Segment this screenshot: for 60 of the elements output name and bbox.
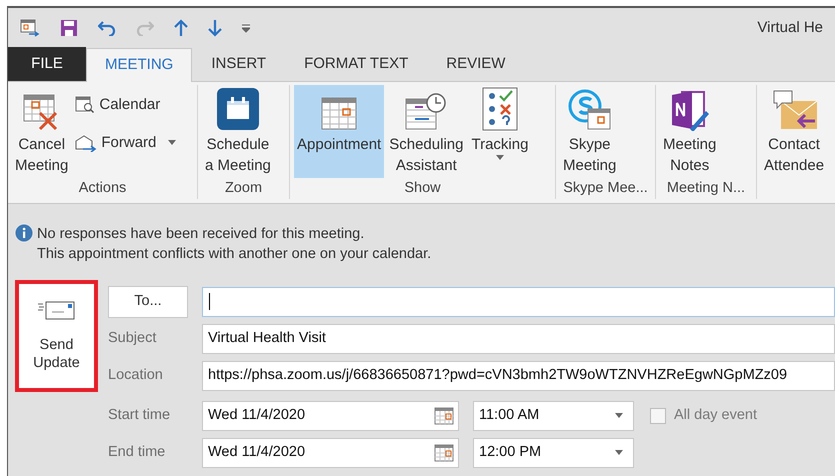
ribbon-tab[interactable]: FORMAT TEXT: [285, 47, 428, 81]
field-label: Start time: [108, 406, 172, 425]
ribbon-tab[interactable]: MEETING: [86, 48, 192, 82]
date-field[interactable]: Wed 11/4/2020: [202, 400, 459, 430]
ribbon-group-label: Show: [403, 179, 442, 198]
info-icon: [15, 224, 33, 242]
calendar-icon[interactable]: [434, 444, 454, 462]
calendar-sync-icon[interactable]: [20, 19, 40, 37]
undo-icon[interactable]: [98, 20, 116, 36]
ribbon-group-label: Meeting N...: [666, 179, 746, 198]
field-label: Location: [108, 366, 164, 385]
customize-icon[interactable]: [242, 24, 250, 32]
envelope-icon: [38, 300, 76, 322]
date-field[interactable]: Wed 11/4/2020: [202, 438, 459, 468]
text-cursor: [209, 293, 210, 310]
calendar-icon: [216, 87, 260, 131]
ribbon-button[interactable]: Meeting Notes: [660, 85, 720, 178]
calendar-grid-icon: [321, 97, 358, 131]
down-arrow-icon[interactable]: [208, 19, 222, 37]
ribbon-group-label: Actions: [78, 179, 128, 198]
time-dropdown[interactable]: 12:00 PM: [473, 438, 634, 468]
caret-icon: [615, 413, 623, 418]
calendar-search-icon: [75, 96, 96, 114]
ribbon-button[interactable]: Contact Attendee: [761, 85, 828, 178]
calendar-icon[interactable]: [434, 406, 454, 424]
tracking-icon: [482, 87, 518, 131]
ribbon-button[interactable]: Cancel Meeting: [12, 85, 72, 178]
notebook-pen-icon: [670, 89, 710, 131]
subject-field[interactable]: Virtual Health Visit: [202, 324, 835, 354]
checkbox-label: All day event: [674, 406, 758, 425]
ribbon-group-label: Zoom: [224, 179, 264, 198]
ribbon-button[interactable]: Skype Meeting: [560, 85, 620, 178]
field-label: Subject: [108, 328, 158, 348]
envelope-forward-icon: [75, 134, 98, 152]
ribbon-tab[interactable]: INSERT: [192, 47, 286, 81]
ribbon-tab[interactable]: REVIEW: [427, 47, 524, 81]
to-button[interactable]: To...: [108, 286, 188, 318]
field-label: End time: [108, 442, 166, 462]
envelope-reply-icon: [771, 89, 818, 131]
time-dropdown[interactable]: 11:00 AM: [473, 400, 634, 430]
skype-calendar-icon: [568, 89, 612, 131]
info-message: This appointment conflicts with another one on your calendar.: [37, 245, 432, 264]
ribbon-button[interactable]: Schedule a Meeting: [202, 85, 274, 178]
location-field[interactable]: https://phsa.zoom.us/j/66836650871?pwd=cVN3bmh2TW9oWTZNVHZReEgwNGpMZz09: [202, 360, 835, 390]
to-field[interactable]: [202, 286, 835, 316]
schedule-clock-icon: [405, 93, 448, 131]
info-message: No responses have been received for this meeting.: [37, 225, 366, 244]
ribbon-button[interactable]: Tracking: [468, 85, 532, 178]
ribbon-button[interactable]: Forward: [73, 131, 178, 155]
window-title: Virtual He: [757, 18, 823, 38]
ribbon-button[interactable]: Scheduling Assistant: [386, 85, 466, 178]
ribbon-group-label: Skype Mee...: [562, 179, 649, 198]
all-day-checkbox[interactable]: [650, 408, 666, 424]
up-arrow-icon[interactable]: [174, 19, 188, 37]
caret-icon: [615, 450, 623, 455]
ribbon-button[interactable]: Appointment: [294, 85, 384, 178]
save-icon[interactable]: [60, 19, 78, 37]
send-update-button[interactable]: Send Update: [15, 280, 98, 392]
ribbon-tab[interactable]: FILE: [8, 47, 86, 81]
ribbon-button[interactable]: Calendar: [73, 93, 178, 117]
